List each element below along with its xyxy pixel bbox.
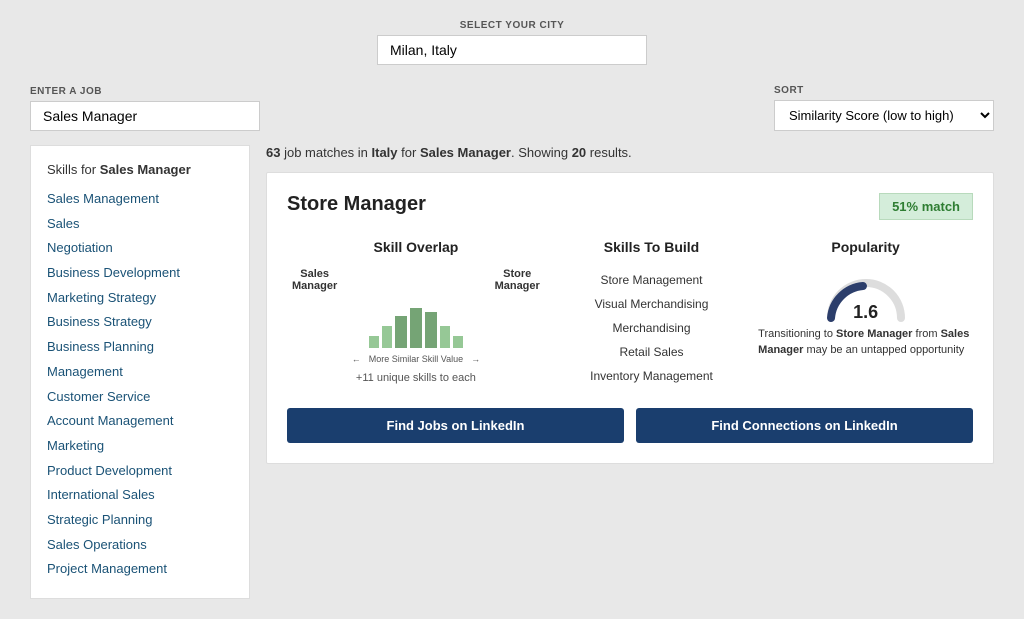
skill-to-build: Store Management (555, 268, 748, 292)
popularity-text: Transitioning to Store Manager from Sale… (758, 327, 973, 358)
sort-label: SORT (774, 85, 994, 96)
bar (410, 308, 422, 348)
bar (440, 326, 450, 348)
skills-list: Sales Management Sales Negotiation Busin… (47, 187, 233, 582)
skill-item[interactable]: Sales (47, 212, 233, 237)
skill-to-build: Merchandising (555, 316, 748, 340)
job-input[interactable] (30, 101, 260, 131)
skill-item[interactable]: Sales Management (47, 187, 233, 212)
skill-item[interactable]: Business Development (47, 261, 233, 286)
skills-to-build-list: Store Management Visual Merchandising Me… (555, 268, 748, 388)
axis-text: More Similar Skill Value (369, 354, 463, 364)
card-title: Store Manager (287, 193, 426, 216)
bar (382, 326, 392, 348)
sidebar-title: Skills for Sales Manager (47, 162, 233, 177)
skill-overlap-col: Skill Overlap SalesManager StoreManager (287, 238, 545, 388)
axis-arrow-right: → (471, 354, 480, 364)
skill-item[interactable]: Marketing (47, 434, 233, 459)
skill-item[interactable]: Marketing Strategy (47, 286, 233, 311)
skill-item[interactable]: Account Management (47, 409, 233, 434)
match-badge: 51% match (879, 193, 973, 220)
axis-arrow-left: ← (352, 354, 361, 364)
results-summary: 63 job matches in Italy for Sales Manage… (266, 145, 994, 160)
overlap-axis: ← More Similar Skill Value → (352, 354, 480, 364)
skills-to-build-col: Skills To Build Store Management Visual … (555, 238, 748, 388)
popularity-header: Popularity (758, 238, 973, 256)
skill-to-build: Visual Merchandising (555, 292, 748, 316)
city-label: SELECT YOUR CITY (460, 20, 565, 31)
bar (395, 316, 407, 348)
skill-to-build: Retail Sales (555, 340, 748, 364)
skill-item[interactable]: Sales Operations (47, 533, 233, 558)
bar (425, 312, 437, 348)
skill-item[interactable]: Business Planning (47, 335, 233, 360)
find-jobs-button[interactable]: Find Jobs on LinkedIn (287, 408, 624, 443)
skill-to-build: Inventory Management (555, 364, 748, 388)
popularity-gauge: 1.6 Transitioning to Store Manager from … (758, 268, 973, 358)
overlap-bars (369, 298, 463, 348)
find-connections-button[interactable]: Find Connections on LinkedIn (636, 408, 973, 443)
bar (369, 336, 379, 348)
skill-item[interactable]: Project Management (47, 557, 233, 582)
city-input[interactable] (377, 35, 647, 65)
gauge-value: 1.6 (821, 302, 911, 323)
skill-item[interactable]: Customer Service (47, 385, 233, 410)
skills-sidebar: Skills for Sales Manager Sales Managemen… (30, 145, 250, 599)
skill-item[interactable]: Product Development (47, 459, 233, 484)
skills-to-build-header: Skills To Build (555, 238, 748, 256)
skill-item[interactable]: Negotiation (47, 236, 233, 261)
bar (453, 336, 463, 348)
card-buttons: Find Jobs on LinkedIn Find Connections o… (287, 408, 973, 443)
job-label: ENTER A JOB (30, 86, 260, 97)
results-area: 63 job matches in Italy for Sales Manage… (266, 145, 994, 599)
unique-skills-label: +11 unique skills to each (356, 372, 476, 384)
job-card: Store Manager 51% match Skill Overlap Sa… (266, 172, 994, 464)
skill-item[interactable]: International Sales (47, 483, 233, 508)
skill-item[interactable]: Business Strategy (47, 310, 233, 335)
left-job-label: SalesManager (292, 268, 337, 292)
overlap-labels: SalesManager StoreManager (287, 268, 545, 292)
skill-item[interactable]: Management (47, 360, 233, 385)
skill-overlap-header: Skill Overlap (287, 238, 545, 256)
right-job-label: StoreManager (495, 268, 540, 292)
sort-select[interactable]: Similarity Score (low to high) Similarit… (774, 100, 994, 131)
popularity-col: Popularity 1.6 (758, 238, 973, 388)
